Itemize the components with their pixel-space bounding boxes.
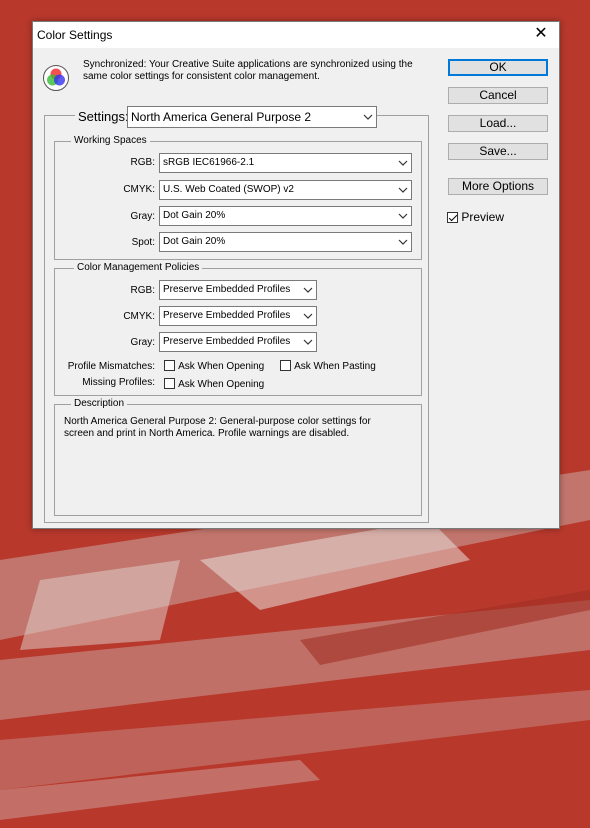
ws-spot-dropdown[interactable]: Dot Gain 20% xyxy=(159,232,412,252)
policy-rgb-dropdown[interactable]: Preserve Embedded Profiles xyxy=(159,280,317,300)
ws-gray-dropdown[interactable]: Dot Gain 20% xyxy=(159,206,412,226)
ws-rgb-value: sRGB IEC61966-2.1 xyxy=(163,157,255,168)
window-title: Color Settings xyxy=(37,28,113,42)
mismatch-ask-opening-label: Ask When Opening xyxy=(178,361,265,372)
preview-checkbox[interactable] xyxy=(447,212,458,223)
policy-rgb-label: RGB: xyxy=(130,285,155,296)
ws-gray-label: Gray: xyxy=(130,211,155,222)
save-button[interactable]: Save... xyxy=(448,143,548,160)
settings-label: Settings: xyxy=(75,109,132,124)
chevron-down-icon xyxy=(398,239,408,245)
mismatch-ask-pasting-option[interactable]: Ask When Pasting xyxy=(280,360,376,372)
preview-label: Preview xyxy=(461,210,505,224)
ws-cmyk-label: CMYK: xyxy=(123,184,155,195)
missing-profiles-label: Missing Profiles: xyxy=(82,377,155,388)
working-spaces-legend: Working Spaces xyxy=(71,135,150,146)
close-icon[interactable]: ✕ xyxy=(530,23,552,45)
chevron-down-icon xyxy=(398,213,408,219)
ws-rgb-label: RGB: xyxy=(130,157,155,168)
sync-status-text: Synchronized: Your Creative Suite applic… xyxy=(83,59,413,82)
color-settings-dialog: Color Settings ✕ Synchronized: Your Crea… xyxy=(32,21,560,529)
policy-gray-value: Preserve Embedded Profiles xyxy=(163,336,291,347)
settings-dropdown[interactable]: North America General Purpose 2 xyxy=(127,106,377,128)
chevron-down-icon xyxy=(303,287,313,293)
policy-cmyk-label: CMYK: xyxy=(123,311,155,322)
description-legend: Description xyxy=(71,398,128,409)
policy-gray-dropdown[interactable]: Preserve Embedded Profiles xyxy=(159,332,317,352)
mismatch-ask-pasting-label: Ask When Pasting xyxy=(294,361,376,372)
policies-legend: Color Management Policies xyxy=(74,262,203,273)
ok-button[interactable]: OK xyxy=(448,59,548,76)
profile-mismatches-label: Profile Mismatches: xyxy=(67,361,155,372)
chevron-down-icon xyxy=(398,187,408,193)
chevron-down-icon xyxy=(363,114,373,120)
settings-value: North America General Purpose 2 xyxy=(131,110,312,124)
policy-rgb-value: Preserve Embedded Profiles xyxy=(163,284,291,295)
ws-spot-label: Spot: xyxy=(131,237,155,248)
load-button[interactable]: Load... xyxy=(448,115,548,132)
ws-spot-value: Dot Gain 20% xyxy=(163,236,226,247)
chevron-down-icon xyxy=(398,160,408,166)
mismatch-ask-opening-option[interactable]: Ask When Opening xyxy=(164,360,264,372)
ws-gray-value: Dot Gain 20% xyxy=(163,210,226,221)
description-text: North America General Purpose 2: General… xyxy=(64,416,371,439)
chevron-down-icon xyxy=(303,339,313,345)
mismatch-ask-opening-checkbox[interactable] xyxy=(164,360,175,371)
synchronized-color-wheel-icon xyxy=(43,65,69,91)
policy-cmyk-dropdown[interactable]: Preserve Embedded Profiles xyxy=(159,306,317,326)
mismatch-ask-pasting-checkbox[interactable] xyxy=(280,360,291,371)
missing-ask-opening-option[interactable]: Ask When Opening xyxy=(164,378,264,390)
chevron-down-icon xyxy=(303,313,313,319)
policy-gray-label: Gray: xyxy=(130,337,155,348)
missing-ask-opening-label: Ask When Opening xyxy=(178,379,265,390)
ws-rgb-dropdown[interactable]: sRGB IEC61966-2.1 xyxy=(159,153,412,173)
policy-cmyk-value: Preserve Embedded Profiles xyxy=(163,310,291,321)
title-bar[interactable]: Color Settings ✕ xyxy=(33,22,559,48)
ws-cmyk-dropdown[interactable]: U.S. Web Coated (SWOP) v2 xyxy=(159,180,412,200)
missing-ask-opening-checkbox[interactable] xyxy=(164,378,175,389)
more-options-button[interactable]: More Options xyxy=(448,178,548,195)
cancel-button[interactable]: Cancel xyxy=(448,87,548,104)
ws-cmyk-value: U.S. Web Coated (SWOP) v2 xyxy=(163,184,294,195)
preview-option[interactable]: Preview xyxy=(447,210,504,224)
